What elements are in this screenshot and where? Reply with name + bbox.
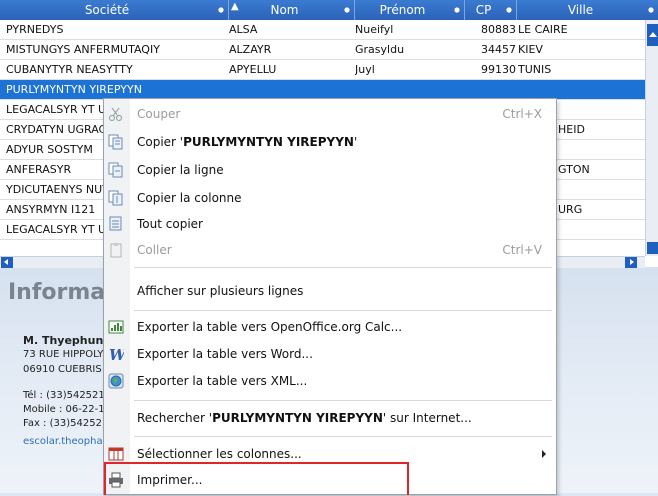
menu-item-export-xml[interactable]: Exporter la table vers XML... bbox=[104, 369, 556, 393]
menu-item-label: Exporter la table vers XML... bbox=[137, 374, 308, 388]
menu-item-copy-cell[interactable]: Copier 'PURLYMYNTYN YIREPYYN' bbox=[104, 130, 556, 154]
cell-ville: HEID bbox=[558, 123, 585, 136]
info-section-title: Informat bbox=[8, 280, 116, 305]
column-label: CP bbox=[475, 3, 492, 17]
menu-item-label: Afficher sur plusieurs lignes bbox=[137, 284, 304, 298]
cell-nom: APYELLU bbox=[229, 63, 277, 76]
menu-item-paste[interactable]: Coller Ctrl+V bbox=[104, 238, 556, 262]
menu-item-label: Copier la ligne bbox=[137, 163, 224, 177]
copy-icon bbox=[108, 134, 124, 150]
contact-address-line2: 06910 CUEBRIS bbox=[23, 364, 102, 375]
word-icon: W bbox=[108, 346, 128, 364]
menu-item-label: Exporter la table vers Word... bbox=[137, 347, 313, 361]
cell-societe: MISTUNGYS ANFERMUTAQIY bbox=[6, 43, 160, 56]
cell-prenom: Juyl bbox=[355, 63, 375, 76]
table-row-selected[interactable]: PURLYMYNTYN YIREPYYN bbox=[0, 80, 645, 100]
vertical-scrollbar[interactable] bbox=[645, 20, 658, 256]
shortcut-label: Ctrl+X bbox=[502, 107, 542, 121]
filter-icon[interactable] bbox=[505, 6, 513, 14]
menu-item-search-internet[interactable]: Rechercher 'PURLYMYNTYN YIREPYYN' sur In… bbox=[104, 406, 556, 430]
paste-icon bbox=[108, 242, 124, 258]
scroll-up-button[interactable] bbox=[647, 24, 658, 46]
menu-item-multiline[interactable]: Afficher sur plusieurs lignes bbox=[104, 279, 556, 303]
cell-nom: ALSA bbox=[229, 23, 258, 36]
table-row[interactable]: MISTUNGYS ANFERMUTAQIY ALZAYR Grasyldu 3… bbox=[0, 40, 645, 60]
menu-item-copy-all[interactable]: Tout copier bbox=[104, 212, 556, 236]
globe-icon bbox=[108, 373, 124, 389]
table-header: Société ▲ Nom Prénom CP Ville bbox=[0, 0, 658, 20]
cell-ville: GTON bbox=[558, 163, 590, 176]
column-label: Ville bbox=[567, 3, 594, 17]
column-header-ville[interactable]: Ville bbox=[517, 0, 658, 20]
menu-separator bbox=[134, 436, 552, 437]
menu-item-label: Tout copier bbox=[137, 217, 203, 231]
copy-column-icon bbox=[108, 190, 124, 206]
cell-ville: TUNIS bbox=[518, 63, 552, 76]
submenu-arrow-icon bbox=[542, 450, 546, 458]
table-row[interactable]: PYRNEDYS ALSA Nueifyl 80883 LE CAIRE bbox=[0, 20, 645, 40]
column-header-societe[interactable]: Société bbox=[0, 0, 229, 20]
column-header-nom[interactable]: ▲ Nom bbox=[229, 0, 355, 20]
cell-cp: 80883 bbox=[481, 23, 516, 36]
cell-ville: LE CAIRE bbox=[518, 23, 568, 36]
cell-cp: 34457 bbox=[481, 43, 516, 56]
arrow-right-icon bbox=[630, 259, 634, 265]
scroll-down-button[interactable] bbox=[647, 242, 658, 254]
cell-societe: CUBANYTYR NEASYTTY bbox=[6, 63, 133, 76]
arrow-up-icon bbox=[649, 32, 657, 37]
cell-cp: 99130 bbox=[481, 63, 516, 76]
menu-item-label: Rechercher 'PURLYMYNTYN YIREPYYN' sur In… bbox=[137, 411, 472, 425]
menu-separator bbox=[134, 400, 552, 401]
copy-all-icon bbox=[108, 216, 124, 232]
column-header-cp[interactable]: CP bbox=[465, 0, 517, 20]
context-menu: Couper Ctrl+X Copier 'PURLYMYNTYN YIREPY… bbox=[103, 98, 557, 495]
filter-icon[interactable] bbox=[453, 6, 461, 14]
cell-ville: URG bbox=[558, 203, 583, 216]
menu-item-label: Couper bbox=[137, 107, 181, 121]
cell-nom: ALZAYR bbox=[229, 43, 272, 56]
menu-item-copy-column[interactable]: Copier la colonne bbox=[104, 186, 556, 210]
contact-address-line1: 73 RUE HIPPOLY bbox=[23, 349, 104, 360]
menu-item-label: Coller bbox=[137, 243, 172, 257]
contact-mobile: Mobile : 06-22-1 bbox=[23, 404, 105, 415]
menu-separator bbox=[134, 310, 552, 311]
menu-item-label: Exporter la table vers OpenOffice.org Ca… bbox=[137, 320, 403, 334]
contact-tel: Tél : (33)542521 bbox=[23, 390, 105, 401]
menu-item-export-calc[interactable]: Exporter la table vers OpenOffice.org Ca… bbox=[104, 315, 556, 339]
menu-item-copy-line[interactable]: Copier la ligne bbox=[104, 158, 556, 182]
copy-line-icon bbox=[108, 162, 124, 178]
columns-icon bbox=[108, 446, 124, 462]
menu-item-cut[interactable]: Couper Ctrl+X bbox=[104, 102, 556, 126]
menu-item-export-word[interactable]: W Exporter la table vers Word... bbox=[104, 342, 556, 366]
scroll-left-button[interactable] bbox=[1, 257, 13, 268]
column-label: Nom bbox=[270, 3, 299, 17]
cell-societe: PYRNEDYS bbox=[6, 23, 64, 36]
scissors-icon bbox=[108, 106, 124, 122]
contact-email-link[interactable]: escolar.theopha bbox=[23, 436, 103, 447]
scroll-right-button[interactable] bbox=[625, 257, 637, 268]
column-header-prenom[interactable]: Prénom bbox=[355, 0, 465, 20]
menu-separator bbox=[134, 267, 552, 268]
table-row[interactable]: CUBANYTYR NEASYTTY APYELLU Juyl 99130 TU… bbox=[0, 60, 645, 80]
contact-fax: Fax : (33)54252 bbox=[23, 418, 102, 429]
cell-ville: KIEV bbox=[518, 43, 543, 56]
filter-icon[interactable] bbox=[647, 6, 655, 14]
cell-societe: PURLYMYNTYN YIREPYYN bbox=[6, 83, 142, 96]
shortcut-label: Ctrl+V bbox=[502, 243, 542, 257]
menu-item-label: Copier la colonne bbox=[137, 191, 242, 205]
arrow-left-icon bbox=[4, 259, 8, 265]
column-label: Prénom bbox=[379, 3, 426, 17]
menu-item-label: Copier 'PURLYMYNTYN YIREPYYN' bbox=[137, 135, 358, 149]
column-label: Société bbox=[84, 3, 130, 17]
cell-prenom: Nueifyl bbox=[355, 23, 394, 36]
contact-name: M. Thyephuny bbox=[23, 334, 111, 347]
cell-prenom: Grasyldu bbox=[355, 43, 405, 56]
spreadsheet-icon bbox=[108, 319, 124, 335]
filter-icon[interactable] bbox=[217, 6, 225, 14]
highlight-box bbox=[104, 462, 409, 495]
svg-text:W: W bbox=[109, 346, 124, 362]
filter-icon[interactable] bbox=[343, 6, 351, 14]
